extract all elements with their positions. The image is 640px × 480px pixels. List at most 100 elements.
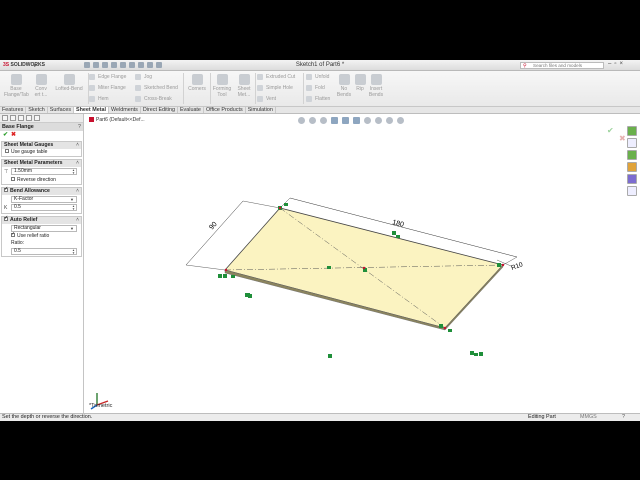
relation-glyph[interactable]: [439, 324, 443, 328]
relation-glyph[interactable]: [245, 293, 249, 297]
spinner-icon[interactable]: ▲ ▼: [72, 169, 75, 175]
tab-evaluate[interactable]: Evaluate: [178, 107, 204, 113]
collapse-icon[interactable]: ˄: [76, 160, 79, 167]
ok-button[interactable]: ✔: [3, 132, 8, 138]
thickness-icon: ⊤: [4, 169, 9, 175]
relation-glyph[interactable]: [218, 274, 222, 278]
extruded-cut-button[interactable]: Extruded Cut: [257, 74, 295, 80]
relation-glyph[interactable]: [474, 353, 478, 356]
relation-glyph[interactable]: [392, 231, 396, 235]
bend-allowance-type-select[interactable]: K-Factor ▼: [11, 196, 77, 203]
checkbox-label: Use gauge table: [11, 149, 48, 155]
collapse-icon[interactable]: ˄: [76, 217, 79, 224]
sketch-point[interactable]: [278, 206, 282, 210]
help-icon[interactable]: ?: [622, 414, 625, 421]
group-header[interactable]: Sheet Metal Gauges ˄: [2, 142, 81, 149]
property-manager-tab-icon[interactable]: [10, 115, 16, 121]
unfold-button[interactable]: Unfold: [306, 74, 329, 80]
dropdown-arrow-icon: ▼: [70, 197, 74, 202]
relief-ratio-input[interactable]: 0.5 ▲ ▼: [11, 248, 77, 255]
k-factor-input[interactable]: 0.5 ▲ ▼: [11, 204, 77, 211]
radius-dimension[interactable]: R10: [510, 261, 524, 272]
use-gauge-table-checkbox[interactable]: Use gauge table: [2, 148, 81, 156]
unit-system[interactable]: MMGS: [580, 414, 597, 421]
collapse-icon[interactable]: ˄: [76, 188, 79, 195]
search-box[interactable]: ⚲ Search files and models: [520, 62, 604, 69]
maximize-icon[interactable]: ▫: [614, 61, 616, 67]
insert-bends-button[interactable]: Insert Bends: [367, 74, 385, 98]
cancel-button[interactable]: ✖: [11, 132, 16, 138]
tab-features[interactable]: Features: [0, 107, 27, 113]
tab-surfaces[interactable]: Surfaces: [48, 107, 75, 113]
forming-tool-button[interactable]: Forming Tool: [211, 74, 233, 98]
simple-hole-button[interactable]: Simple Hole: [257, 85, 293, 91]
relation-glyph[interactable]: [327, 266, 331, 269]
insert-bends-icon: [370, 74, 382, 85]
auto-relief-checkbox[interactable]: [4, 215, 8, 222]
vent-button[interactable]: Vent: [257, 96, 276, 102]
tab-office-products[interactable]: Office Products: [204, 107, 246, 113]
bend-allowance-checkbox[interactable]: [4, 186, 8, 193]
jog-button[interactable]: Jog: [135, 74, 152, 80]
sketched-bend-button[interactable]: Sketched Bend: [135, 85, 178, 91]
rip-button[interactable]: Rip: [355, 74, 366, 93]
hem-button[interactable]: Hem: [89, 96, 109, 102]
edge-flange-button[interactable]: Edge Flange: [89, 74, 126, 80]
miter-flange-button[interactable]: Miter Flange: [89, 85, 126, 91]
thickness-input[interactable]: 1.50mm ▲ ▼: [11, 168, 77, 175]
sketch-point[interactable]: [501, 263, 505, 267]
group-header[interactable]: Auto Relief ˄: [2, 215, 81, 224]
convert-button[interactable]: Conv ert t...: [32, 74, 50, 98]
corners-button[interactable]: Corners: [186, 74, 208, 93]
dimxpert-tab-icon[interactable]: [26, 115, 32, 121]
fold-button[interactable]: Fold: [306, 85, 325, 91]
group-header[interactable]: Bend Allowance ˄: [2, 186, 81, 195]
collapse-icon[interactable]: ˄: [76, 142, 79, 149]
tab-direct-editing[interactable]: Direct Editing: [141, 107, 178, 113]
length-dimension[interactable]: 180: [392, 219, 405, 229]
configuration-tab-icon[interactable]: [18, 115, 24, 121]
no-bends-button[interactable]: No Bends: [336, 74, 352, 98]
tab-sheet-metal[interactable]: Sheet Metal: [74, 107, 110, 113]
spinner-icon[interactable]: ▲ ▼: [72, 205, 75, 211]
spinner-icon[interactable]: ▲ ▼: [72, 249, 75, 255]
relation-glyph[interactable]: [284, 203, 288, 206]
window-controls: – ▫ ×: [608, 61, 623, 67]
feature-tree-tab-icon[interactable]: [2, 115, 8, 121]
flatten-button[interactable]: Flatten: [306, 96, 330, 102]
tab-simulation[interactable]: Simulation: [246, 107, 276, 113]
relief-type-select[interactable]: Rectangular ▼: [11, 225, 77, 232]
relation-glyph[interactable]: [328, 354, 332, 358]
command-manager: Base Flange/Tab Conv ert t... Lofted-Ben…: [0, 71, 640, 107]
property-manager-title: Base Flange ?: [0, 123, 83, 131]
ribbon-separator: [183, 73, 184, 104]
sketch-point[interactable]: [362, 266, 366, 270]
relation-glyph[interactable]: [231, 275, 235, 278]
sketch-point[interactable]: [224, 268, 228, 272]
graphics-area[interactable]: Part6 (Default<<Def... ✔ ✖ 180 90 R10 *T…: [85, 114, 640, 413]
cross-break-button[interactable]: Cross-Break: [135, 96, 172, 102]
ratio-label: Ratio:: [11, 240, 25, 246]
display-manager-tab-icon[interactable]: [34, 115, 40, 121]
checkbox-label: Reverse direction: [17, 177, 56, 183]
lofted-bend-button[interactable]: Lofted-Bend: [52, 74, 86, 93]
relation-glyph[interactable]: [497, 263, 501, 267]
model-canvas[interactable]: 180 90 R10: [85, 114, 640, 413]
minimize-icon[interactable]: –: [608, 61, 611, 67]
relation-glyph[interactable]: [479, 352, 483, 356]
close-icon[interactable]: ×: [619, 61, 623, 67]
sketch-point[interactable]: [443, 326, 447, 330]
tab-sketch[interactable]: Sketch: [26, 107, 48, 113]
use-relief-ratio-checkbox[interactable]: Use relief ratio: [2, 231, 81, 240]
reverse-direction-checkbox[interactable]: Reverse direction: [2, 176, 81, 184]
relation-glyph[interactable]: [396, 235, 400, 238]
relation-glyph[interactable]: [470, 351, 474, 355]
group-header[interactable]: Sheet Metal Parameters ˄: [2, 160, 81, 167]
relation-glyph[interactable]: [223, 274, 227, 278]
k-factor-row: K 0.5 ▲ ▼: [2, 204, 81, 213]
relation-glyph[interactable]: [448, 329, 452, 332]
sheet-metal-button[interactable]: Sheet Met...: [235, 74, 253, 98]
tab-weldments[interactable]: Weldments: [109, 107, 141, 113]
base-flange-button[interactable]: Base Flange/Tab: [4, 74, 29, 98]
help-icon[interactable]: ?: [78, 123, 81, 131]
